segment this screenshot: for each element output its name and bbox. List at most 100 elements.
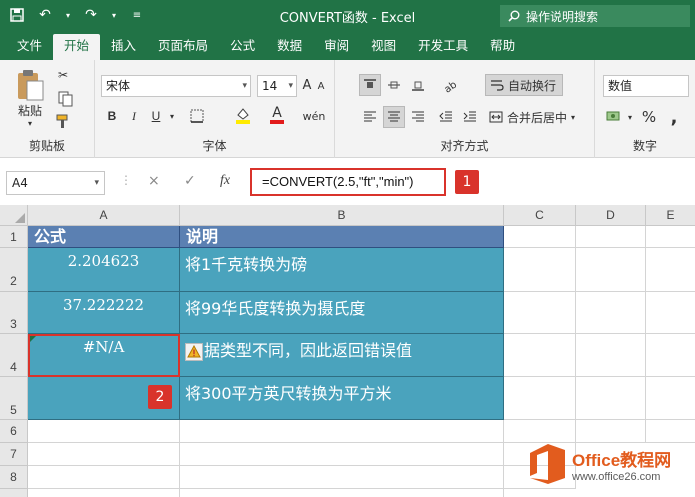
cell-b3[interactable]: 将99华氏度转换为摄氏度 <box>180 292 504 334</box>
enter-icon[interactable]: ✓ <box>184 173 196 189</box>
insert-function-icon[interactable]: fx <box>220 173 230 189</box>
cell-c4[interactable] <box>504 334 576 377</box>
cell-e3[interactable] <box>646 292 695 334</box>
align-right-icon[interactable] <box>407 106 429 128</box>
decrease-font-icon[interactable]: A <box>315 78 327 94</box>
cell-b6[interactable] <box>180 420 504 443</box>
cell-d6[interactable] <box>576 420 646 443</box>
cell-b7[interactable] <box>180 443 504 466</box>
cell-a7[interactable] <box>28 443 180 466</box>
cut-icon[interactable]: ✂ <box>54 66 72 84</box>
italic-button[interactable]: I <box>125 107 143 125</box>
cell-c5[interactable] <box>504 377 576 420</box>
row-header-6[interactable]: 6 <box>0 420 28 443</box>
paste-dropdown-icon[interactable]: ▾ <box>22 118 38 128</box>
cell-b1[interactable]: 说明 <box>180 226 504 248</box>
cell-c6[interactable] <box>504 420 576 443</box>
format-painter-icon[interactable] <box>54 112 72 130</box>
cell-a1[interactable]: 公式 <box>28 226 180 248</box>
cell-a4[interactable]: #N/A <box>28 334 180 377</box>
column-header-b[interactable]: B <box>180 205 504 226</box>
font-name-select[interactable]: 宋体 ▾ <box>101 75 251 97</box>
cancel-icon[interactable]: × <box>148 173 160 189</box>
cell-e2[interactable] <box>646 248 695 292</box>
cell-b5[interactable]: 将300平方英尺转换为平方米 <box>180 377 504 420</box>
tab-page-layout[interactable]: 页面布局 <box>147 34 219 60</box>
row-header-1[interactable]: 1 <box>0 226 28 248</box>
tab-formulas[interactable]: 公式 <box>219 34 266 60</box>
cell-e1[interactable] <box>646 226 695 248</box>
tab-file[interactable]: 文件 <box>6 34 53 60</box>
wrap-text-button[interactable]: 自动换行 <box>485 74 563 96</box>
copy-icon[interactable] <box>54 90 78 108</box>
row-header-3[interactable]: 3 <box>0 292 28 334</box>
bottom-align-icon[interactable] <box>407 74 429 96</box>
name-box[interactable]: A4 ▾ <box>6 171 105 195</box>
tab-review[interactable]: 审阅 <box>313 34 360 60</box>
accounting-dropdown-icon[interactable]: ▾ <box>625 108 635 126</box>
formula-input[interactable]: =CONVERT(2.5,"ft","min") <box>250 168 446 196</box>
cell-a6[interactable] <box>28 420 180 443</box>
cell-d1[interactable] <box>576 226 646 248</box>
column-header-e[interactable]: E <box>646 205 695 226</box>
cell-a3[interactable]: 37.222222 <box>28 292 180 334</box>
merge-center-button[interactable]: 合并后居中 ▾ <box>485 106 577 128</box>
column-header-c[interactable]: C <box>504 205 576 226</box>
paste-icon[interactable] <box>10 68 50 102</box>
cell-c2[interactable] <box>504 248 576 292</box>
fill-color-icon[interactable] <box>233 105 253 125</box>
cell-d5[interactable] <box>576 377 646 420</box>
tab-data[interactable]: 数据 <box>266 34 313 60</box>
tab-view[interactable]: 视图 <box>360 34 407 60</box>
row-header-9[interactable] <box>0 489 28 497</box>
row-header-4[interactable]: 4 <box>0 334 28 377</box>
borders-icon[interactable] <box>187 107 207 125</box>
cell-a9[interactable] <box>28 489 180 497</box>
cell-c3[interactable] <box>504 292 576 334</box>
row-header-2[interactable]: 2 <box>0 248 28 292</box>
font-size-select[interactable]: 14 ▾ <box>257 75 297 97</box>
row-header-8[interactable]: 8 <box>0 466 28 489</box>
middle-align-icon[interactable] <box>383 74 405 96</box>
row-header-7[interactable]: 7 <box>0 443 28 466</box>
error-warning-icon[interactable] <box>185 343 203 361</box>
cell-d4[interactable] <box>576 334 646 377</box>
column-header-d[interactable]: D <box>576 205 646 226</box>
cell-d2[interactable] <box>576 248 646 292</box>
top-align-icon[interactable] <box>359 74 381 96</box>
comma-style-icon[interactable]: , <box>663 106 685 128</box>
tab-developer[interactable]: 开发工具 <box>407 34 479 60</box>
cell-a8[interactable] <box>28 466 180 489</box>
increase-indent-icon[interactable] <box>459 106 481 128</box>
cell-e6[interactable] <box>646 420 695 443</box>
underline-dropdown-icon[interactable]: ▾ <box>167 107 177 125</box>
phonetic-guide-icon[interactable]: wén <box>301 106 327 126</box>
underline-button[interactable]: U <box>147 107 165 125</box>
tell-me-search[interactable]: 操作说明搜索 <box>500 5 690 27</box>
row-header-5[interactable]: 5 <box>0 377 28 420</box>
decrease-indent-icon[interactable] <box>435 106 457 128</box>
tab-home[interactable]: 开始 <box>53 34 101 60</box>
percent-style-button[interactable]: % <box>639 106 659 128</box>
select-all-corner[interactable] <box>0 205 28 226</box>
number-format-select[interactable]: 数值 <box>603 75 689 97</box>
cell-e5[interactable] <box>646 377 695 420</box>
font-color-icon[interactable]: A <box>267 105 287 125</box>
cell-a2[interactable]: 2.204623 <box>28 248 180 292</box>
cell-c1[interactable] <box>504 226 576 248</box>
orientation-icon[interactable]: ab <box>439 74 461 96</box>
tab-insert[interactable]: 插入 <box>100 34 147 60</box>
cell-b2[interactable]: 将1千克转换为磅 <box>180 248 504 292</box>
bold-button[interactable]: B <box>103 107 121 125</box>
cell-e4[interactable] <box>646 334 695 377</box>
cell-b4[interactable]: 据类型不同，因此返回错误值 <box>180 334 504 377</box>
column-header-a[interactable]: A <box>28 205 180 226</box>
cell-d3[interactable] <box>576 292 646 334</box>
cell-b8[interactable] <box>180 466 504 489</box>
tab-help[interactable]: 帮助 <box>479 34 526 60</box>
increase-font-icon[interactable]: A <box>301 76 313 94</box>
paste-button[interactable]: 粘贴 <box>10 102 50 118</box>
align-left-icon[interactable] <box>359 106 381 128</box>
align-center-icon[interactable] <box>383 106 405 128</box>
accounting-format-icon[interactable] <box>603 106 625 128</box>
